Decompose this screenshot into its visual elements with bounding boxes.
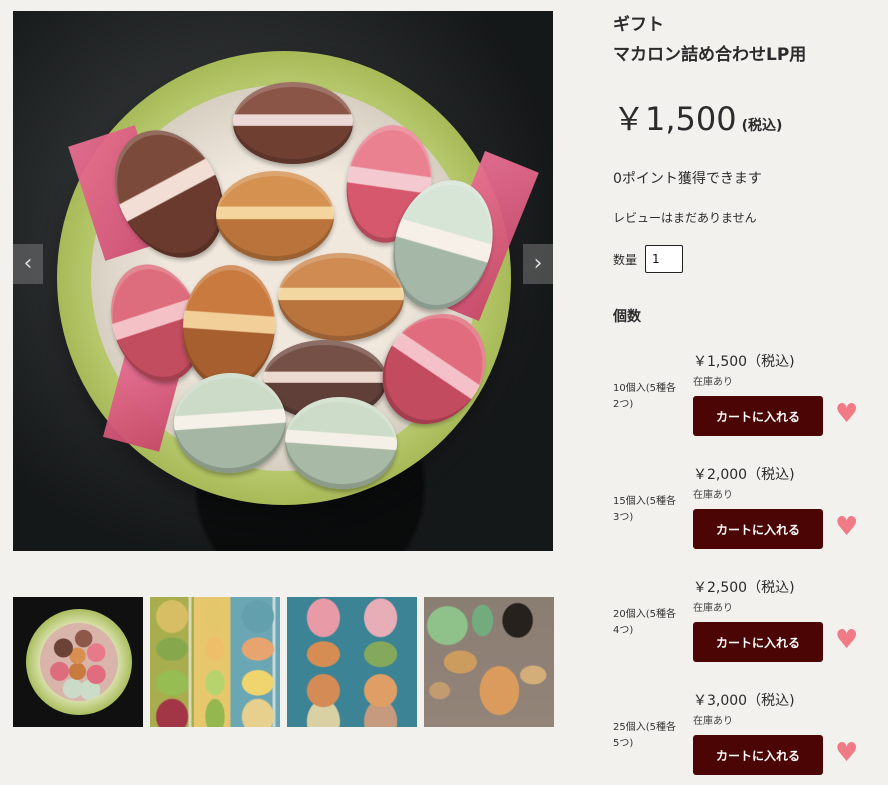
heart-icon[interactable]: ♥ [835, 627, 863, 653]
add-to-cart-button[interactable]: カートに入れる [693, 622, 823, 662]
variant-row: ￥1,500（税込) 10個入(5種各2つ) 在庫あり カートに入れる ♥ [613, 333, 873, 446]
tax-label: (税込) [741, 118, 783, 134]
add-to-cart-button[interactable]: カートに入れる [693, 396, 823, 436]
stock-status: 在庫あり [693, 716, 733, 727]
thumbnail-macaron-bowl[interactable] [13, 597, 143, 727]
product-gallery: ‹ › [13, 11, 554, 727]
variant-price: ￥1,500（税込) [693, 354, 795, 370]
quantity-row: 数量 [613, 245, 873, 273]
macaron [278, 253, 404, 341]
thumbnail-list [13, 597, 554, 727]
macaron-box-thumbnail-image [150, 597, 280, 727]
next-image-button[interactable]: › [523, 244, 553, 284]
previous-image-button[interactable]: ‹ [13, 244, 43, 284]
variant-name: 20個入(5種各4つ) [613, 609, 676, 636]
variant-row: ￥2,500（税込) 20個入(5種各4つ) 在庫あり カートに入れる ♥ [613, 559, 873, 672]
quantity-label: 数量 [613, 252, 638, 267]
variant-name: 10個入(5種各2つ) [613, 383, 676, 410]
macaron-bowl-thumbnail-image [26, 609, 132, 715]
variant-price: ￥2,500（税込) [693, 580, 795, 596]
chevron-right-icon: › [533, 251, 543, 276]
stock-status: 在庫あり [693, 603, 733, 614]
thumbnail-macaron-stacks[interactable] [287, 597, 417, 727]
thumbnail-macaron-box[interactable] [150, 597, 280, 727]
product-price: ￥1,500 (税込) [613, 102, 873, 143]
heart-icon[interactable]: ♥ [835, 740, 863, 766]
variant-name: 25個入(5種各5つ) [613, 722, 676, 749]
quantity-input[interactable] [645, 245, 684, 273]
variant-list: ￥1,500（税込) 10個入(5種各2つ) 在庫あり カートに入れる ♥ ￥2… [613, 333, 873, 785]
add-to-cart-button[interactable]: カートに入れる [693, 509, 823, 549]
heart-icon[interactable]: ♥ [835, 514, 863, 540]
product-details: ギフト マカロン詰め合わせLP用 ￥1,500 (税込) 0ポイント獲得できます … [613, 12, 873, 327]
macaron-stacks-thumbnail-image [287, 597, 417, 727]
variant-row: ￥3,000（税込) 25個入(5種各5つ) 在庫あり カートに入れる ♥ [613, 672, 873, 785]
main-product-image: ‹ › [13, 11, 553, 551]
heart-icon[interactable]: ♥ [835, 401, 863, 427]
variant-heading: 個数 [613, 309, 641, 325]
variant-name: 15個入(5種各3つ) [613, 496, 676, 523]
stock-status: 在庫あり [693, 377, 733, 388]
product-title: マカロン詰め合わせLP用 [613, 45, 807, 65]
price-amount: ￥1,500 [613, 100, 737, 138]
variant-price: ￥2,000（税込) [693, 467, 795, 483]
stock-status: 在庫あり [693, 490, 733, 501]
variant-row: ￥2,000（税込) 15個入(5種各3つ) 在庫あり カートに入れる ♥ [613, 446, 873, 559]
thumbnail-macaron-scene[interactable] [424, 597, 554, 727]
chevron-left-icon: ‹ [23, 251, 33, 276]
macaron-scene-thumbnail-image [424, 597, 554, 727]
add-to-cart-button[interactable]: カートに入れる [693, 735, 823, 775]
review-status: レビューはまだありません [613, 211, 757, 225]
product-category: ギフト [613, 15, 664, 35]
points-text: 0ポイント獲得できます [613, 171, 762, 187]
variant-price: ￥3,000（税込) [693, 693, 795, 709]
macaron [233, 82, 353, 164]
macaron [216, 171, 334, 261]
